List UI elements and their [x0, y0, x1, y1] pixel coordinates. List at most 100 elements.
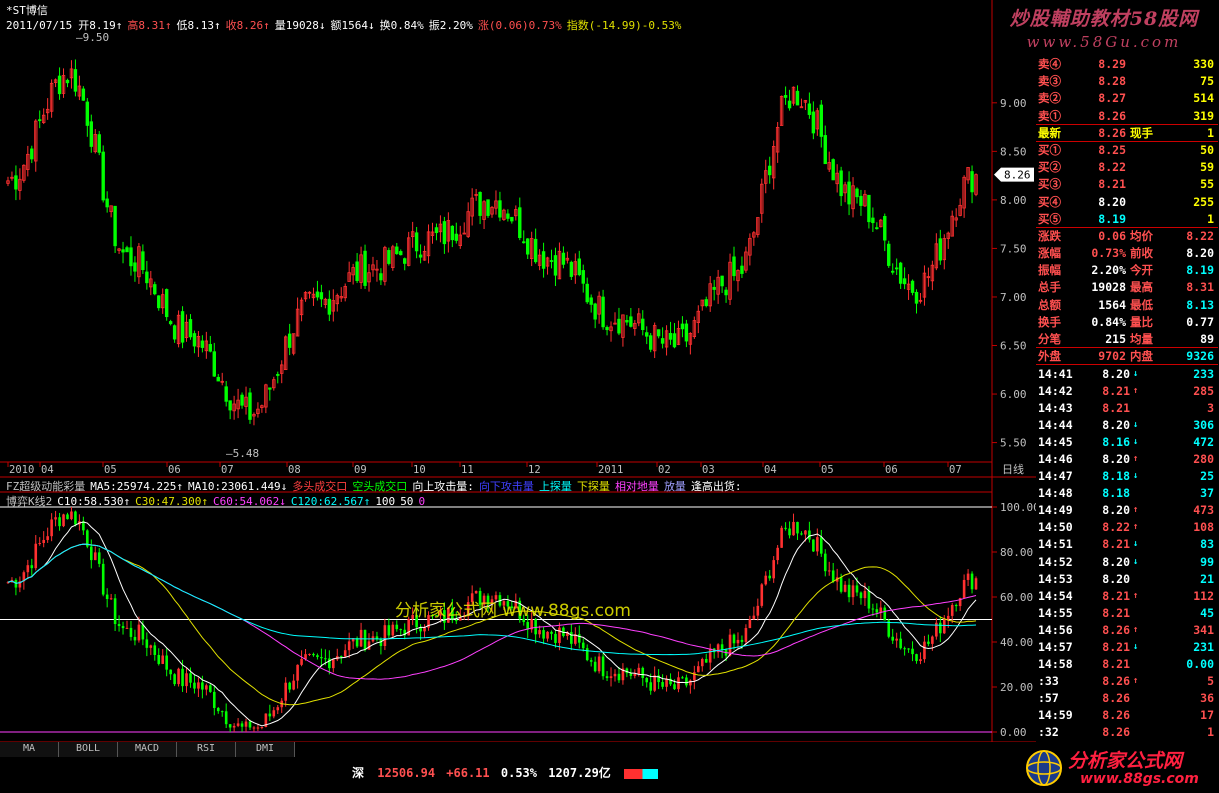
osc-candle [328, 650, 331, 675]
price-tick-label: 6.50 [1000, 340, 1027, 353]
candle [208, 335, 213, 353]
osc-candle [355, 636, 359, 648]
tick-time: 14:59 [1038, 707, 1073, 722]
tick-price: 8.26 [1102, 622, 1130, 637]
tick-time: 14:45 [1038, 435, 1073, 450]
candle [561, 246, 566, 269]
osc-candle [792, 513, 795, 536]
osc-candle [62, 513, 65, 528]
tick-time: 14:47 [1038, 469, 1073, 484]
indicator1-item: 放量 [663, 480, 686, 493]
tick-row: 14:56 8.26 ↑ 341 [1036, 622, 1218, 639]
candle [77, 75, 82, 101]
candle [700, 299, 704, 311]
tab-macd[interactable]: MACD [118, 742, 177, 757]
quote-value: 8.22 [1098, 160, 1126, 175]
candle [926, 267, 931, 287]
candle [125, 245, 129, 253]
quote-label: 外盘 [1038, 349, 1061, 364]
date-label: 05 [821, 464, 834, 476]
osc-candle [772, 556, 775, 583]
quote-vol: 514 [1193, 91, 1214, 106]
candle [553, 247, 558, 287]
candle [529, 231, 534, 267]
candle [712, 279, 716, 301]
tick-price: 8.26 [1102, 707, 1130, 722]
tick-arrow: ↑ [1133, 386, 1139, 397]
tick-price: 8.21 [1102, 588, 1130, 603]
osc-candle [197, 677, 200, 698]
tick-time: 14:50 [1038, 520, 1073, 535]
osc-candle [780, 525, 783, 548]
candle [641, 310, 645, 336]
kline-chart[interactable]: 9.00 8.50 8.00 7.50 7.00 6.50 6.00 5.50 —9.50 —5.… [0, 0, 1036, 742]
candle [391, 244, 395, 271]
candle [470, 188, 474, 226]
candle [918, 292, 923, 304]
tab-boll[interactable]: BOLL [59, 742, 118, 757]
candle [236, 388, 240, 419]
tick-arrow: ↑ [1133, 675, 1139, 686]
indicator1-header: FZ超级动能彩量 MA5:25974.225↑ MA10:23061.449↓ 多头成… [6, 478, 747, 494]
quote-label: 分笔 [1038, 332, 1061, 346]
market-name: 深 [352, 766, 365, 780]
osc-candle [919, 652, 922, 665]
candle [680, 316, 685, 338]
candle [224, 380, 228, 407]
price-tick-label: 7.50 [1000, 242, 1027, 255]
quote-label: 卖② [1038, 91, 1061, 106]
candle [855, 187, 859, 204]
price-tick-label: 8.00 [1000, 194, 1027, 207]
quote-value: 19028 [1091, 280, 1126, 295]
candle [14, 165, 18, 201]
osc-candle [915, 653, 918, 664]
quote-value: 0.73% [1091, 246, 1126, 261]
osc-candle [292, 674, 295, 691]
candle [367, 263, 371, 292]
osc-candle [272, 706, 276, 719]
quote-label2: 今开 [1130, 263, 1153, 278]
candle [422, 245, 427, 261]
candle [656, 329, 661, 339]
tick-row: :57 8.26 36 [1036, 690, 1218, 707]
quote-value: 2.20% [1091, 263, 1126, 278]
tab-dmi[interactable]: DMI [236, 742, 295, 757]
candle [149, 270, 153, 296]
osc-candle [720, 638, 724, 659]
stat-row: 总额 1564 最低 8.13 [1036, 297, 1218, 314]
indicator1-item: MA10:23061.449↓ [187, 480, 288, 493]
quote-label: 振幅 [1038, 263, 1061, 278]
osc-candle [363, 629, 367, 652]
tab-rsi[interactable]: RSI [177, 742, 236, 757]
osc-candle [843, 581, 847, 593]
candle [319, 284, 324, 308]
osc-candle [974, 576, 978, 590]
tick-price: 8.21 [1102, 639, 1130, 654]
candle [93, 129, 97, 154]
osc-candle [752, 606, 756, 620]
tick-time: 14:41 [1038, 367, 1073, 381]
tick-price: 8.21 [1102, 401, 1130, 416]
tick-list[interactable]: 14:41 8.20 ↓ 233 14:42 8.21 ↑ 285 14:43 8.21 3 14:4… [1036, 366, 1218, 741]
candle [522, 230, 526, 244]
candle [268, 387, 272, 401]
osc-candle [550, 630, 553, 640]
tick-vol: 108 [1193, 520, 1214, 535]
quote-value: 9702 [1098, 349, 1126, 364]
candle [811, 101, 816, 140]
tick-row: 14:58 8.21 0.00 [1036, 656, 1218, 673]
indicator-tick-label: 0.00 [1000, 726, 1027, 739]
tick-price: 8.26 [1102, 724, 1130, 739]
candle [791, 86, 796, 106]
candle [645, 326, 649, 345]
osc-candle [589, 657, 593, 667]
candle [879, 218, 883, 228]
tab-ma[interactable]: MA [0, 742, 59, 757]
indicator1-item: 下探量 [576, 480, 610, 493]
candle [57, 67, 62, 100]
candle [446, 212, 451, 253]
candle [478, 191, 482, 225]
tick-arrow: ↓ [1133, 437, 1139, 448]
candle [30, 145, 34, 164]
candle [533, 228, 538, 264]
